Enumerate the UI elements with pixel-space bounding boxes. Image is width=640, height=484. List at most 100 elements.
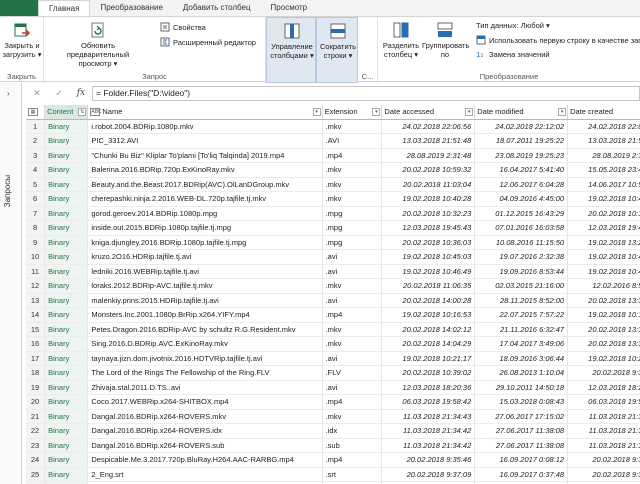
column-filter-icon[interactable]: ▾ [465, 108, 474, 116]
cell-extension[interactable]: .avi [322, 293, 383, 308]
tab-home[interactable]: Главная [38, 0, 91, 16]
cell-date-modified[interactable]: 15.03.2018 0:08:43 [474, 394, 569, 410]
cell-content[interactable]: Binary [44, 365, 89, 381]
cell-extension[interactable]: .mkv [322, 409, 383, 424]
cell-content[interactable]: Binary [44, 423, 89, 439]
table-row[interactable]: 11 Binary ledniki.2016.WEBRip.tajfile.tj.a… [26, 264, 640, 279]
cell-content[interactable]: Binary [44, 351, 89, 366]
row-number[interactable]: 6 [26, 191, 46, 207]
cell-date-created[interactable]: 14.06.2017 10:51:44 [567, 177, 640, 192]
column-header-date-created[interactable]: Date created▾ [567, 105, 640, 120]
cell-content[interactable]: Binary [44, 322, 89, 337]
refresh-preview-button[interactable]: Обновить предварительный просмотр ▾ [50, 21, 146, 68]
replace-values-button[interactable]: 1₂ Замена значений [476, 49, 550, 60]
row-number[interactable]: 24 [26, 452, 46, 468]
cell-name[interactable]: 2_Eng.srt [87, 467, 323, 482]
cell-date-accessed[interactable]: 20.02.2018 11:06:35 [381, 278, 476, 294]
cell-extension[interactable]: .avi [322, 249, 383, 265]
cell-extension[interactable]: .sub [322, 438, 383, 453]
cell-date-created[interactable]: 12.03.2018 18:20:36 [567, 380, 640, 395]
first-row-header-button[interactable]: Использовать первую строку в качестве за… [476, 35, 640, 45]
cell-name[interactable]: Coco.2017.WEBRip.x264-SHITBOX.mp4 [87, 394, 323, 410]
cell-content[interactable]: Binary [44, 278, 89, 294]
table-row[interactable]: 13 Binary malenkiy.prins.2015.HDRip.tajfil… [26, 293, 640, 308]
properties-button[interactable]: Свойства [160, 22, 206, 32]
cell-extension[interactable]: .mp4 [322, 394, 383, 410]
cell-date-modified[interactable]: 22.07.2015 7:57:22 [474, 307, 569, 323]
cell-extension[interactable]: .mpg [322, 206, 383, 221]
cell-name[interactable]: gorod.geroev.2014.BDRip.1080p.mpg [87, 206, 323, 221]
cell-date-created[interactable]: 20.02.2018 9:37:09 [567, 467, 640, 482]
advanced-editor-button[interactable]: Расширенный редактор [160, 37, 256, 47]
cell-date-created[interactable]: 06.03.2018 19:58:42 [567, 394, 640, 410]
cell-date-modified[interactable]: 19.09.2016 8:53:44 [474, 264, 569, 279]
cell-name[interactable]: kniga.djungley.2016.BDRip.1080p.tajfile.… [87, 235, 323, 250]
cell-extension[interactable]: .avi [322, 380, 383, 395]
table-corner-button[interactable]: ▦ [26, 105, 46, 120]
cell-date-created[interactable]: 19.02.2018 10:45:03 [567, 249, 640, 265]
cell-name[interactable]: loraks.2012.BDRip-AVC.tajfile.tj.mkv [87, 278, 323, 294]
cell-date-modified[interactable]: 21.11.2016 6:32:47 [474, 322, 569, 337]
column-header-content[interactable]: Content ⇅ [44, 105, 89, 120]
cell-name[interactable]: Dangal.2016.BDRip.x264-ROVERS.sub [87, 438, 323, 453]
row-number[interactable]: 11 [26, 264, 46, 279]
cell-date-accessed[interactable]: 19.02.2018 10:40:28 [381, 191, 476, 207]
tab-transform[interactable]: Преобразование [90, 0, 172, 16]
cell-date-created[interactable]: 15.05.2018 23:40:44 [567, 162, 640, 178]
column-header-name[interactable]: ABCName ▾ [87, 105, 323, 120]
cell-name[interactable]: Sing.2016.D.BDRip.AVC.ExKinoRay.mkv [87, 336, 323, 352]
cell-date-accessed[interactable]: 11.03.2018 21:34:42 [381, 438, 476, 453]
cell-name[interactable]: ledniki.2016.WEBRip.tajfile.tj.avi [87, 264, 323, 279]
cell-extension[interactable]: .mkv [322, 278, 383, 294]
cell-date-modified[interactable]: 18.07.2011 19:25:22 [474, 133, 569, 149]
cancel-icon[interactable]: ✕ [26, 88, 48, 99]
table-row[interactable]: 4 Binary Balerina.2016.BDRip.720p.ExKinoRa… [26, 162, 640, 178]
cell-date-created[interactable]: 20.02.2018 13:35:28 [567, 322, 640, 337]
row-number[interactable]: 7 [26, 206, 46, 221]
cell-date-accessed[interactable]: 19.02.2018 10:21:17 [381, 351, 476, 366]
cell-content[interactable]: Binary [44, 119, 89, 134]
row-number[interactable]: 4 [26, 162, 46, 178]
cell-content[interactable]: Binary [44, 249, 89, 265]
cell-date-accessed[interactable]: 12.03.2018 18:20:36 [381, 380, 476, 395]
table-row[interactable]: 7 Binary gorod.geroev.2014.BDRip.1080p.mpg… [26, 206, 640, 221]
cell-extension[interactable]: .mkv [322, 322, 383, 337]
cell-name[interactable]: Despicable.Me.3.2017.720p.BluRay.H264.AA… [87, 452, 323, 468]
cell-date-modified[interactable]: 01.12.2015 16:43:29 [474, 206, 569, 221]
cell-extension[interactable]: .mkv [322, 177, 383, 192]
data-type-dropdown[interactable]: Тип данных: Любой ▾ [476, 21, 550, 30]
cell-date-modified[interactable]: 16.09.2017 0:37:48 [474, 467, 569, 482]
cell-name[interactable]: The Lord of the Rings The Fellowship of … [87, 365, 323, 381]
cell-extension[interactable]: .mp4 [322, 148, 383, 163]
row-number[interactable]: 17 [26, 351, 46, 366]
cell-content[interactable]: Binary [44, 380, 89, 395]
cell-name[interactable]: Beauty.and.the.Beast.2017.BDRip(AVC).OlL… [87, 177, 323, 192]
cell-content[interactable]: Binary [44, 452, 89, 468]
manage-columns-button[interactable]: Управление столбцами ▾ [266, 17, 316, 83]
cell-content[interactable]: Binary [44, 394, 89, 410]
cell-content[interactable]: Binary [44, 177, 89, 192]
row-number[interactable]: 5 [26, 177, 46, 192]
group-by-button[interactable]: Группировать по [422, 21, 469, 59]
row-number[interactable]: 3 [26, 148, 46, 163]
cell-extension[interactable]: .FLV [322, 365, 383, 381]
row-number[interactable]: 15 [26, 322, 46, 337]
cell-date-modified[interactable]: 17.04.2017 3:49:06 [474, 336, 569, 352]
table-row[interactable]: 24 Binary Despicable.Me.3.2017.720p.BluRay… [26, 452, 640, 468]
cell-date-created[interactable]: 12.02.2016 8:54:15 [567, 278, 640, 294]
cell-date-accessed[interactable]: 20.02.2018 10:59:32 [381, 162, 476, 178]
cell-date-created[interactable]: 19.02.2018 10:16:53 [567, 307, 640, 323]
expand-queries-icon[interactable]: › [7, 89, 10, 98]
cell-name[interactable]: Petes.Dragon.2016.BDRip-AVC by schultz R… [87, 322, 323, 337]
cell-extension[interactable]: .mkv [322, 336, 383, 352]
cell-name[interactable]: "Chunki Bu Biz" Kliplar To'plami [To'liq… [87, 148, 323, 163]
tab-view[interactable]: Просмотр [261, 0, 318, 16]
cell-date-created[interactable]: 11.03.2018 21:34:42 [567, 438, 640, 453]
table-row[interactable]: 20 Binary Coco.2017.WEBRip.x264-SHITBOX.mp… [26, 394, 640, 410]
cell-date-accessed[interactable]: 19.02.2018 10:16:53 [381, 307, 476, 323]
cell-date-accessed[interactable]: 20.02.2018 14:00:28 [381, 293, 476, 308]
cell-name[interactable]: PIC_3312.AVI [87, 133, 323, 149]
row-number[interactable]: 20 [26, 394, 46, 410]
tab-add-column[interactable]: Добавить столбец [173, 0, 261, 16]
cell-date-accessed[interactable]: 28.08.2019 2:31:48 [381, 148, 476, 163]
